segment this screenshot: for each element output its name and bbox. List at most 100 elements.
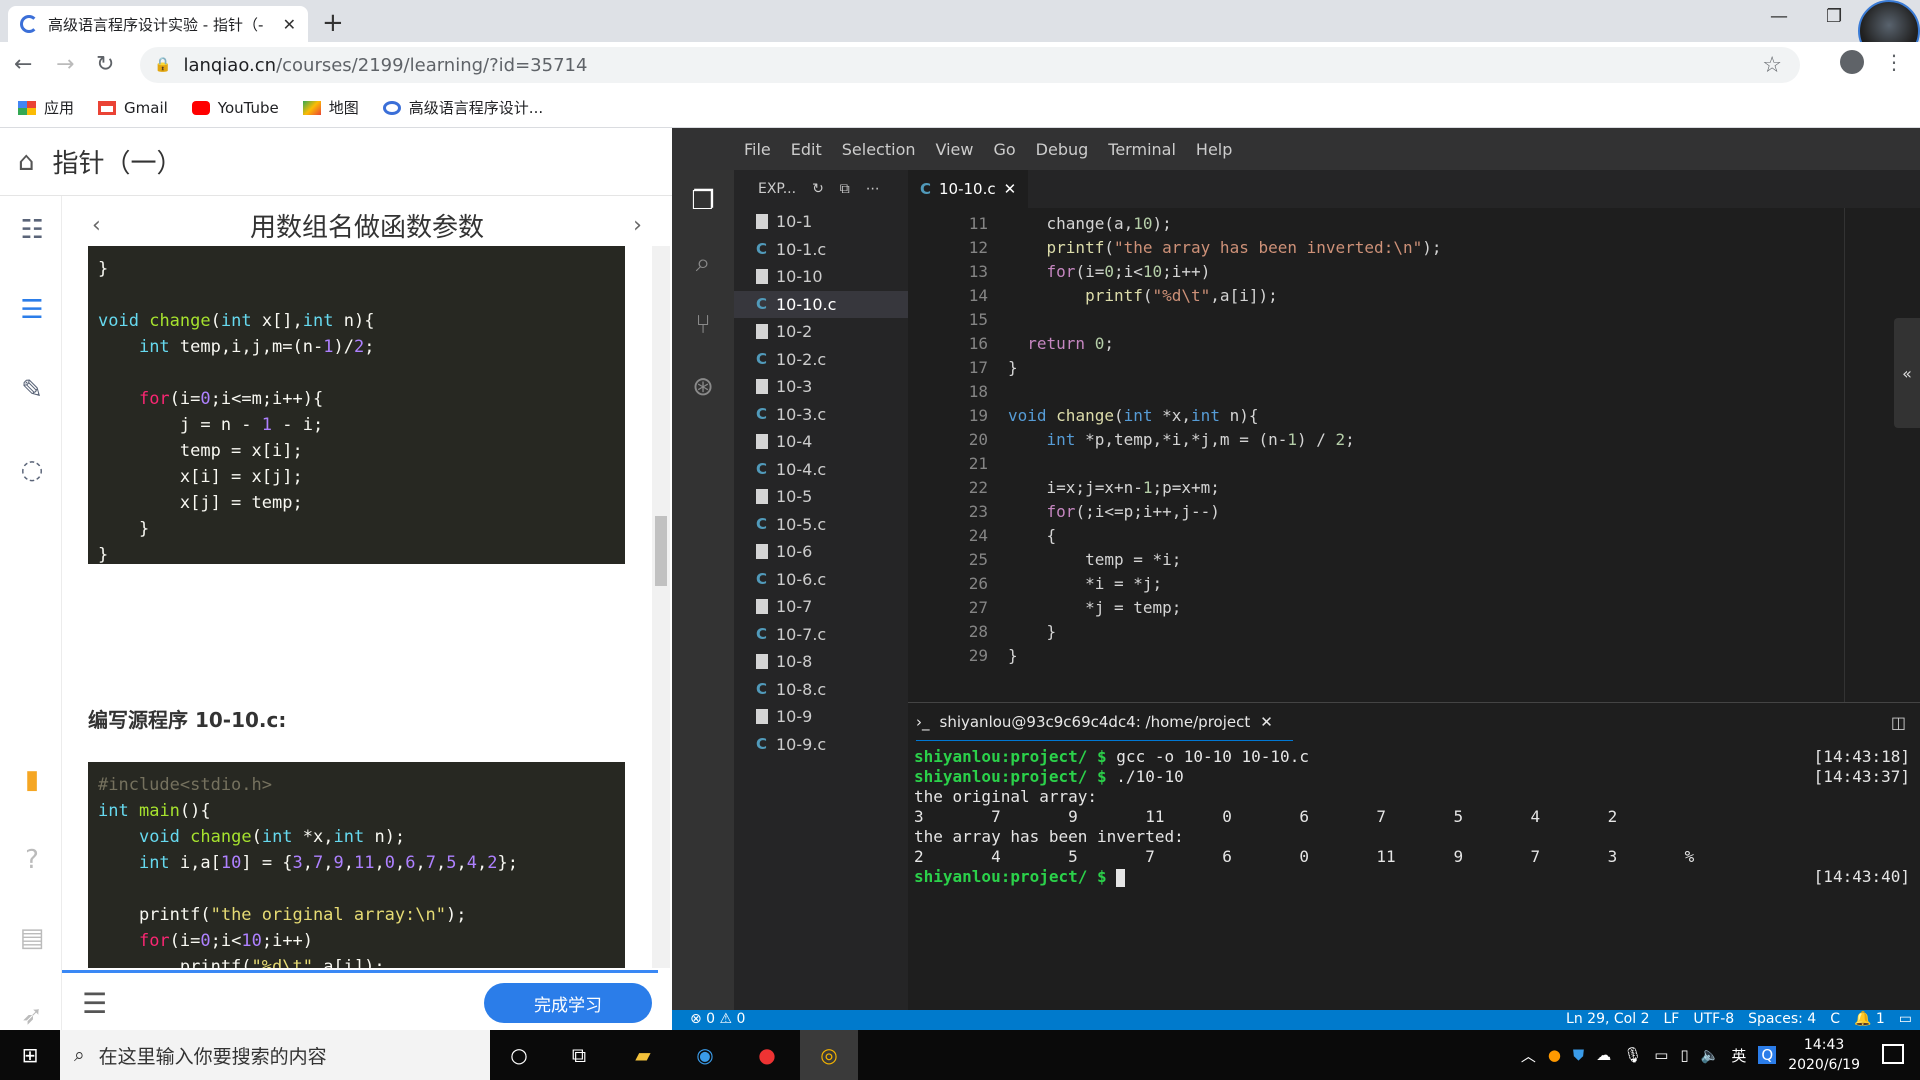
file-item[interactable]: C 10-6.c <box>734 566 908 594</box>
collapse-all-icon[interactable]: ⧉ <box>840 181 850 197</box>
debug-icon[interactable]: ⊛ <box>688 372 718 402</box>
edge-icon[interactable]: ◉ <box>676 1030 734 1080</box>
file-item[interactable]: 10-10 <box>734 263 908 291</box>
file-item[interactable]: 10-2 <box>734 318 908 346</box>
microphone-icon[interactable]: 🎙 <box>1623 1046 1642 1064</box>
more-actions-icon[interactable]: ⋯ <box>866 181 880 197</box>
network-icon[interactable]: ▯ <box>1680 1046 1688 1064</box>
browser-menu-icon[interactable]: ⋮ <box>1884 50 1904 74</box>
file-item[interactable]: C 10-4.c <box>734 456 908 484</box>
content-scrollbar[interactable] <box>652 246 670 968</box>
file-item[interactable]: C 10-5.c <box>734 511 908 539</box>
split-panel-icon[interactable]: ◫ <box>1891 713 1906 732</box>
chrome-icon[interactable]: ◎ <box>800 1030 858 1080</box>
feedback-icon[interactable]: ▭ <box>1899 1011 1912 1027</box>
notification-center-icon[interactable] <box>1882 1044 1904 1064</box>
profile-icon[interactable] <box>1840 50 1864 74</box>
file-item[interactable]: C 10-8.c <box>734 676 908 704</box>
menu-list-icon[interactable]: ☰ <box>82 987 107 1020</box>
editor-tab-active[interactable]: C 10-10.c ✕ <box>908 170 1028 208</box>
refresh-icon[interactable]: ↻ <box>812 181 824 197</box>
task-view-icon[interactable]: ⧉ <box>550 1030 608 1080</box>
browser-tab[interactable]: 高级语言程序设计实验 - 指针（- ✕ <box>8 6 308 42</box>
editor-scrollbar[interactable] <box>1844 208 1858 702</box>
file-item[interactable]: C 10-3.c <box>734 401 908 429</box>
language-mode[interactable]: C <box>1830 1011 1840 1027</box>
menu-selection[interactable]: Selection <box>842 140 916 159</box>
tray-expand-icon[interactable]: ︿ <box>1521 1045 1536 1066</box>
problems-indicator[interactable]: ⊗ 0 ⚠ 0 <box>690 1011 745 1027</box>
close-tab-icon[interactable]: ✕ <box>283 15 296 34</box>
menu-terminal[interactable]: Terminal <box>1108 140 1176 159</box>
terminal-panel[interactable]: ›_ shiyanlou@93c9c69c4dc4: /home/project… <box>908 702 1920 1010</box>
cloud-icon[interactable]: ☁ <box>1596 1046 1611 1064</box>
prev-lesson-icon[interactable]: ‹ <box>92 213 101 238</box>
file-item[interactable]: 10-9 <box>734 703 908 731</box>
input-method-icon[interactable]: Q <box>1758 1046 1777 1064</box>
close-terminal-icon[interactable]: ✕ <box>1260 713 1273 731</box>
restore-button[interactable]: ❐ <box>1826 6 1842 27</box>
menu-debug[interactable]: Debug <box>1036 140 1089 159</box>
question-icon[interactable]: ? <box>18 846 46 874</box>
file-item[interactable]: 10-8 <box>734 648 908 676</box>
file-item[interactable]: C 10-10.c <box>734 290 908 318</box>
home-icon[interactable]: ⌂ <box>18 147 35 177</box>
file-item[interactable]: 10-4 <box>734 428 908 456</box>
file-item[interactable]: C 10-2.c <box>734 346 908 374</box>
scrollbar-thumb[interactable] <box>655 516 667 586</box>
menu-edit[interactable]: Edit <box>791 140 822 159</box>
file-item[interactable]: 10-1 <box>734 208 908 236</box>
chat-icon[interactable]: ◌ <box>18 456 46 484</box>
report-icon[interactable]: ▤ <box>18 924 46 952</box>
minimize-button[interactable]: — <box>1770 6 1788 27</box>
bookmark-maps[interactable]: 地图 <box>302 97 359 118</box>
stats-icon[interactable]: ▮ <box>18 766 46 794</box>
menu-view[interactable]: View <box>936 140 974 159</box>
file-item[interactable]: 10-7 <box>734 593 908 621</box>
file-item[interactable]: 10-3 <box>734 373 908 401</box>
list-numbered-icon[interactable]: ☰ <box>18 296 46 324</box>
line-ending[interactable]: LF <box>1663 1011 1679 1027</box>
file-item[interactable]: 10-5 <box>734 483 908 511</box>
cortana-icon[interactable]: ○ <box>490 1030 548 1080</box>
reload-icon[interactable]: ↻ <box>96 52 114 77</box>
tray-app-icon[interactable]: ● <box>1548 1046 1561 1064</box>
bookmark-apps[interactable]: 应用 <box>18 97 74 118</box>
collapse-panel-icon[interactable]: « <box>1894 318 1920 428</box>
notifications[interactable]: 🔔 1 <box>1854 1011 1885 1027</box>
finish-learning-button[interactable]: 完成学习 <box>484 983 652 1023</box>
menu-file[interactable]: File <box>744 140 771 159</box>
volume-icon[interactable]: 🔈 <box>1701 1046 1720 1064</box>
new-tab-button[interactable]: + <box>322 8 344 38</box>
app-icon-red[interactable]: ● <box>738 1030 796 1080</box>
taskbar-search[interactable]: ⌕ 在这里输入你要搜索的内容 <box>60 1030 490 1080</box>
cursor-position[interactable]: Ln 29, Col 2 <box>1566 1011 1649 1027</box>
encoding[interactable]: UTF-8 <box>1693 1011 1734 1027</box>
address-bar[interactable]: 🔒 lanqiao.cn/courses/2199/learning/?id=3… <box>140 47 1800 83</box>
close-editor-icon[interactable]: ✕ <box>1004 180 1017 198</box>
terminal-tab[interactable]: ›_ shiyanlou@93c9c69c4dc4: /home/project… <box>916 703 1293 741</box>
rocket-icon[interactable]: ➶ <box>18 1002 46 1030</box>
shield-icon[interactable]: ⛊ <box>1573 1046 1584 1064</box>
file-explorer-icon[interactable]: ▰ <box>614 1030 672 1080</box>
clock[interactable]: 14:43 2020/6/19 <box>1788 1035 1860 1075</box>
edit-note-icon[interactable]: ✎ <box>18 376 46 404</box>
file-item[interactable]: C 10-9.c <box>734 731 908 759</box>
outline-icon[interactable]: ☷ <box>18 216 46 244</box>
search-icon[interactable]: ⌕ <box>688 248 718 278</box>
source-control-icon[interactable]: ⑂ <box>688 310 718 340</box>
menu-go[interactable]: Go <box>993 140 1015 159</box>
bookmark-youtube[interactable]: YouTube <box>191 99 279 117</box>
menu-help[interactable]: Help <box>1196 140 1232 159</box>
forward-arrow-icon[interactable]: → <box>56 52 74 77</box>
next-lesson-icon[interactable]: › <box>633 213 642 238</box>
windows-start-icon[interactable]: ⊞ <box>0 1030 60 1080</box>
minimap[interactable] <box>1764 208 1844 268</box>
file-item[interactable]: C 10-1.c <box>734 236 908 264</box>
bookmark-gmail[interactable]: Gmail <box>98 99 168 117</box>
bookmark-course[interactable]: 高级语言程序设计... <box>382 97 543 118</box>
code-editor[interactable]: 11 change(a,10); 12 printf("the array ha… <box>908 208 1920 702</box>
ime-indicator[interactable]: 英 <box>1731 1045 1746 1066</box>
indentation[interactable]: Spaces: 4 <box>1748 1011 1816 1027</box>
bookmark-star-icon[interactable]: ☆ <box>1762 53 1782 78</box>
